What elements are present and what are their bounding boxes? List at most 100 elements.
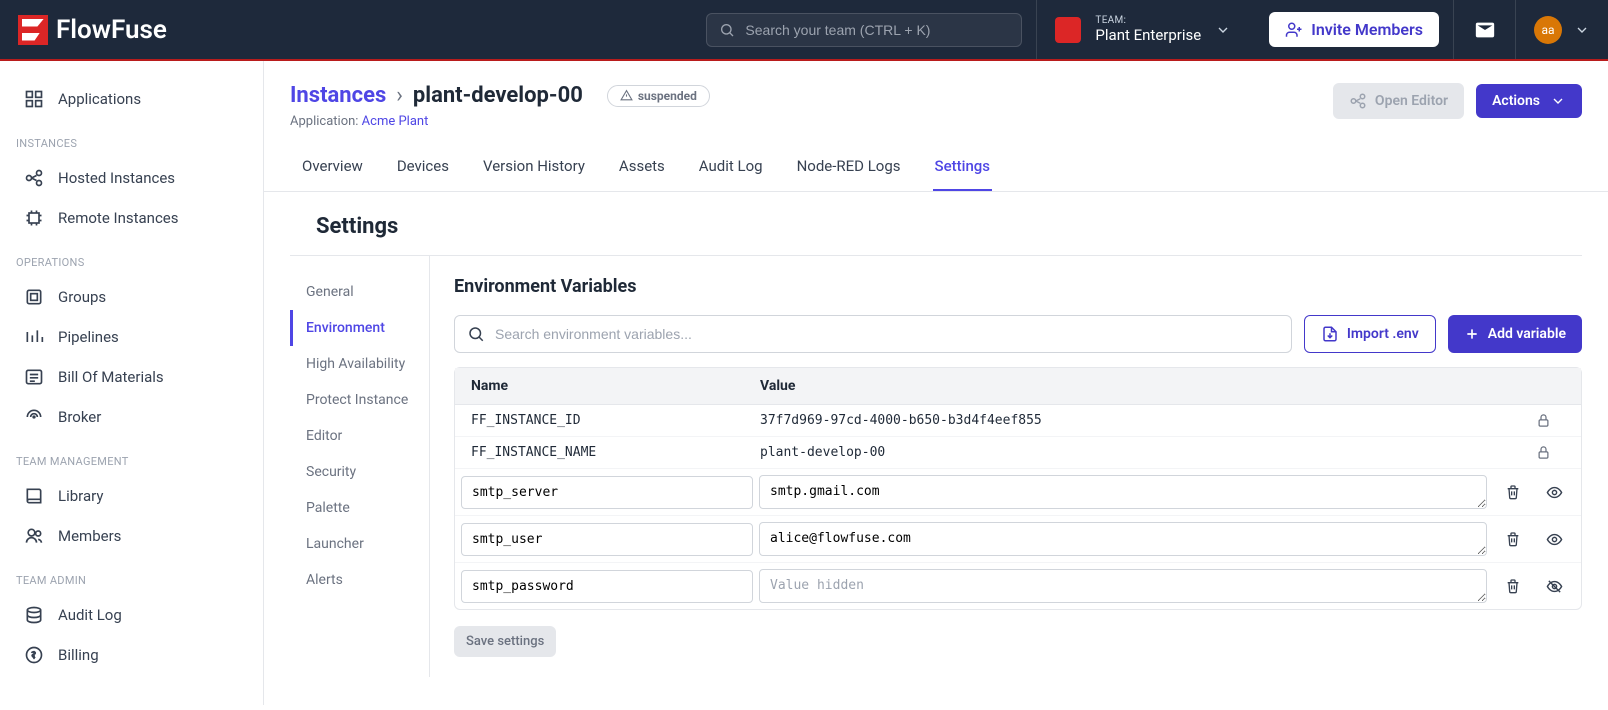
import-env-button[interactable]: Import .env [1304, 315, 1436, 353]
env-value: 37f7d969-97cd-4000-b650-b3d4f4eef855 [750, 413, 1491, 428]
cloud-icon [24, 168, 44, 188]
settings-nav-ha[interactable]: High Availability [290, 346, 429, 382]
env-value-input[interactable] [759, 569, 1487, 603]
settings-title: Settings [290, 192, 1582, 256]
settings-nav: General Environment High Availability Pr… [290, 256, 430, 677]
sidebar-item-pipelines[interactable]: Pipelines [0, 317, 263, 357]
team-switcher[interactable]: TEAM: Plant Enterprise [1036, 0, 1249, 59]
sidebar-item-library[interactable]: Library [0, 476, 263, 516]
env-search-input[interactable] [495, 326, 1279, 342]
lock-icon [1536, 413, 1551, 428]
tab-assets[interactable]: Assets [617, 147, 667, 191]
actions-button[interactable]: Actions [1476, 84, 1582, 118]
billing-icon [24, 645, 44, 665]
logo-mark-icon [18, 15, 48, 45]
toggle-visibility-button[interactable] [1546, 578, 1563, 595]
save-settings-button: Save settings [454, 626, 556, 657]
tab-overview[interactable]: Overview [300, 147, 365, 191]
team-avatar-icon [1055, 17, 1081, 43]
user-menu[interactable]: aa [1515, 0, 1608, 59]
book-icon [24, 486, 44, 506]
add-variable-button[interactable]: Add variable [1448, 315, 1582, 353]
user-avatar: aa [1534, 16, 1562, 44]
breadcrumb: Instances › plant-develop-00 suspended [290, 83, 710, 108]
env-row-editable: alice@flowfuse.com [455, 516, 1581, 563]
delete-button[interactable] [1505, 484, 1521, 501]
settings-nav-alerts[interactable]: Alerts [290, 562, 429, 598]
settings-nav-editor[interactable]: Editor [290, 418, 429, 454]
sidebar-item-billing[interactable]: Billing [0, 635, 263, 675]
team-name: Plant Enterprise [1095, 26, 1201, 44]
sidebar-item-broker[interactable]: Broker [0, 397, 263, 437]
env-name: FF_INSTANCE_NAME [455, 445, 750, 460]
delete-button[interactable] [1505, 531, 1521, 548]
env-name-input[interactable] [461, 476, 753, 509]
settings-nav-security[interactable]: Security [290, 454, 429, 490]
global-search-input[interactable] [745, 22, 1009, 38]
application-line: Application: Acme Plant [290, 114, 710, 129]
application-link[interactable]: Acme Plant [362, 114, 429, 129]
tab-devices[interactable]: Devices [395, 147, 451, 191]
invite-members-button[interactable]: Invite Members [1269, 12, 1439, 47]
user-plus-icon [1285, 21, 1303, 39]
tab-settings[interactable]: Settings [933, 147, 993, 191]
mail-icon [1474, 19, 1496, 41]
toggle-visibility-button[interactable] [1546, 484, 1563, 501]
col-name: Name [455, 378, 750, 394]
brand-logo[interactable]: FlowFuse [0, 15, 185, 45]
env-row-locked: FF_INSTANCE_NAMEplant-develop-00 [455, 437, 1581, 469]
env-value: plant-develop-00 [750, 445, 1491, 460]
sidebar-item-applications[interactable]: Applications [0, 79, 263, 119]
brand-name: FlowFuse [56, 15, 167, 45]
chevron-right-icon: › [396, 83, 403, 108]
sidebar-item-remote[interactable]: Remote Instances [0, 198, 263, 238]
settings-nav-launcher[interactable]: Launcher [290, 526, 429, 562]
env-value-input[interactable]: alice@flowfuse.com [759, 522, 1487, 556]
env-row-locked: FF_INSTANCE_ID37f7d969-97cd-4000-b650-b3… [455, 405, 1581, 437]
eye-icon [1546, 484, 1563, 501]
sidebar-item-audit[interactable]: Audit Log [0, 595, 263, 635]
sidebar-item-groups[interactable]: Groups [0, 277, 263, 317]
env-value-input[interactable]: smtp.gmail.com [759, 475, 1487, 509]
groups-icon [24, 287, 44, 307]
env-table: Name Value FF_INSTANCE_ID37f7d969-97cd-4… [454, 367, 1582, 610]
status-badge: suspended [607, 85, 710, 107]
flow-icon [1349, 92, 1367, 110]
apps-icon [24, 89, 44, 109]
trash-icon [1505, 531, 1521, 547]
env-name-input[interactable] [461, 523, 753, 556]
search-icon [719, 22, 735, 38]
global-search[interactable] [706, 13, 1022, 47]
tab-audit[interactable]: Audit Log [697, 147, 765, 191]
trash-icon [1505, 484, 1521, 500]
delete-button[interactable] [1505, 578, 1521, 595]
sidebar-section-team-mgmt: TEAM MANAGEMENT [0, 437, 263, 476]
env-search[interactable] [454, 315, 1292, 353]
sidebar-section-team-admin: TEAM ADMIN [0, 556, 263, 595]
settings-nav-protect[interactable]: Protect Instance [290, 382, 429, 418]
chevron-down-icon [1550, 93, 1566, 109]
breadcrumb-root[interactable]: Instances [290, 83, 386, 108]
tab-version[interactable]: Version History [481, 147, 587, 191]
sidebar-item-bom[interactable]: Bill Of Materials [0, 357, 263, 397]
chevron-down-icon [1574, 22, 1590, 38]
settings-nav-palette[interactable]: Palette [290, 490, 429, 526]
tabs: Overview Devices Version History Assets … [264, 137, 1608, 192]
sidebar-item-hosted[interactable]: Hosted Instances [0, 158, 263, 198]
inbox-button[interactable] [1453, 0, 1515, 59]
env-name: FF_INSTANCE_ID [455, 413, 750, 428]
settings-nav-environment[interactable]: Environment [290, 310, 429, 346]
sidebar-item-members[interactable]: Members [0, 516, 263, 556]
warning-icon [620, 89, 633, 102]
col-value: Value [750, 378, 1491, 394]
open-editor-button: Open Editor [1333, 83, 1464, 119]
toggle-visibility-button[interactable] [1546, 531, 1563, 548]
lock-icon [1536, 445, 1551, 460]
list-icon [24, 367, 44, 387]
settings-nav-general[interactable]: General [290, 274, 429, 310]
env-name-input[interactable] [461, 570, 753, 603]
pipelines-icon [24, 327, 44, 347]
broker-icon [24, 407, 44, 427]
chevron-down-icon [1215, 22, 1231, 38]
tab-logs[interactable]: Node-RED Logs [795, 147, 903, 191]
